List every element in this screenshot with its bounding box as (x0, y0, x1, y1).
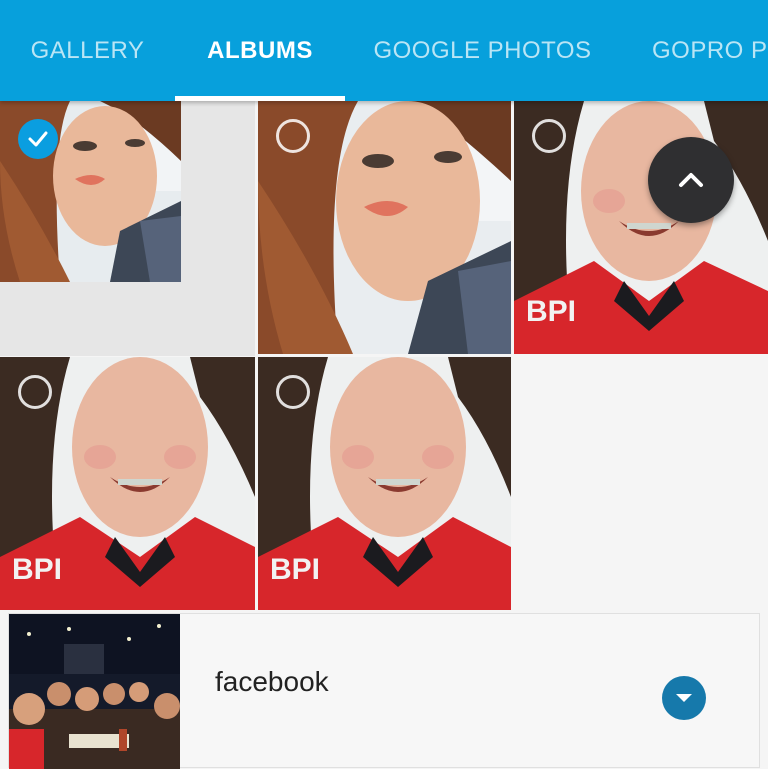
selected-check-icon[interactable] (18, 119, 58, 159)
photo-tile-3[interactable]: BPI (514, 101, 768, 354)
tab-google-photos[interactable]: GOOGLE PHOTOS (355, 0, 610, 101)
select-circle-icon[interactable] (18, 375, 52, 409)
photo-tile-4[interactable]: BPI (0, 357, 255, 610)
tab-bar: GALLERY ALBUMS GOOGLE PHOTOS GOPRO PL (0, 0, 768, 101)
chevron-up-icon (679, 173, 703, 187)
scroll-to-top-button[interactable] (648, 137, 734, 223)
caret-down-icon (676, 694, 692, 702)
active-tab-indicator (175, 96, 345, 101)
tab-gallery[interactable]: GALLERY (0, 0, 175, 101)
album-thumbnail (9, 614, 180, 769)
select-circle-icon[interactable] (276, 119, 310, 153)
photo-tile-2[interactable] (258, 101, 511, 354)
shirt-logo-text: BPI (526, 295, 576, 328)
photo-tile-5[interactable]: BPI (258, 357, 511, 610)
tab-gopro[interactable]: GOPRO PL (652, 0, 768, 101)
select-circle-icon[interactable] (532, 119, 566, 153)
shirt-logo-text: BPI (270, 553, 320, 586)
shirt-logo-text: BPI (12, 553, 62, 586)
album-name: facebook (215, 666, 329, 697)
tab-albums[interactable]: ALBUMS (175, 0, 345, 101)
album-expand-button[interactable] (662, 676, 706, 720)
album-row-facebook[interactable]: facebook (8, 613, 760, 769)
photo-tile-1[interactable] (0, 101, 255, 356)
select-circle-icon[interactable] (276, 375, 310, 409)
